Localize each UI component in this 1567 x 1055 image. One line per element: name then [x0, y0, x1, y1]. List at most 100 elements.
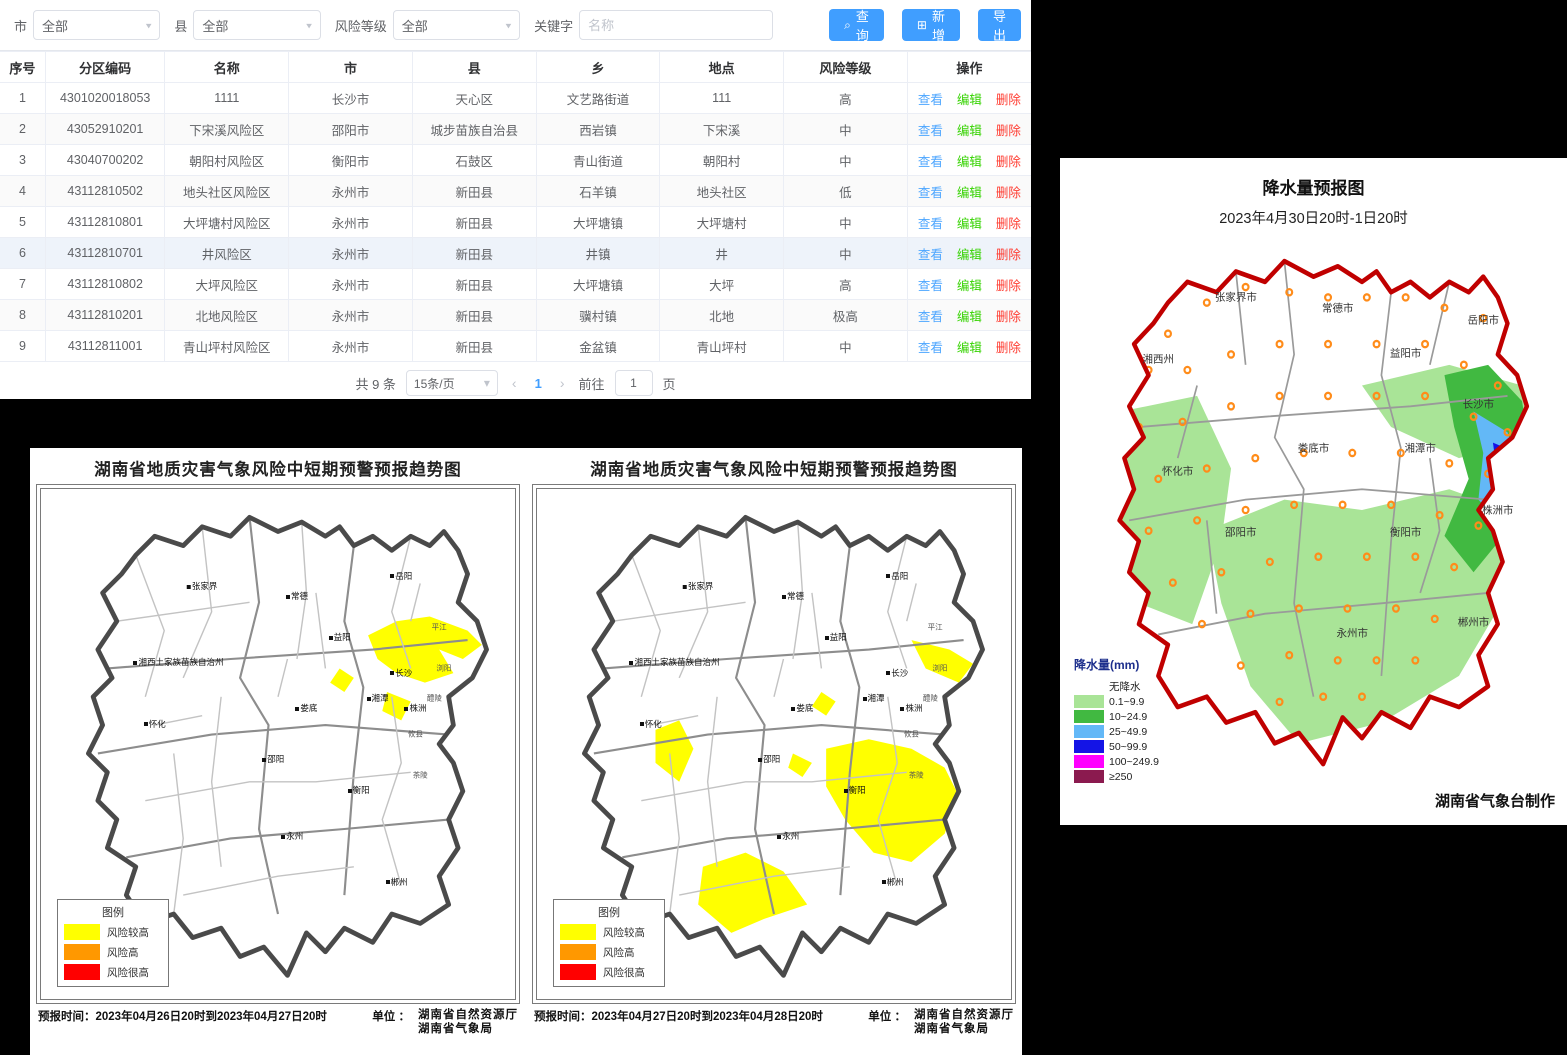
legend-swatch [1074, 680, 1104, 693]
table-cell-actions: 查看编辑删除 [907, 176, 1031, 207]
table-row: 943112811001青山坪村风险区永州市新田县金盆镇青山坪村中查看编辑删除 [0, 331, 1031, 362]
legend-label: 10~24.9 [1109, 711, 1147, 723]
legend-label: 风险较高 [107, 925, 149, 940]
delete-link[interactable]: 删除 [996, 279, 1021, 293]
delete-link[interactable]: 删除 [996, 155, 1021, 169]
table-cell: 1 [0, 83, 45, 114]
legend-label: 风险很高 [107, 965, 149, 980]
table-cell: 高 [784, 269, 908, 300]
table-row: 543112810801大坪塘村风险区永州市新田县大坪塘镇大坪塘村中查看编辑删除 [0, 207, 1031, 238]
view-link[interactable]: 查看 [918, 186, 943, 200]
view-link[interactable]: 查看 [918, 248, 943, 262]
table-cell: 朝阳村风险区 [165, 145, 289, 176]
delete-link[interactable]: 删除 [996, 93, 1021, 107]
next-page-button[interactable]: › [556, 375, 569, 391]
keyword-filter-label: 关键字 [534, 16, 573, 35]
table-cell: 大坪塘村 [660, 207, 784, 238]
city-select-value: 全部 [42, 16, 68, 35]
risk-level-select[interactable]: 全部 ▾ [393, 10, 520, 40]
legend-item: 100~249.9 [1074, 754, 1159, 769]
col-city: 市 [289, 52, 413, 83]
edit-link[interactable]: 编辑 [957, 93, 982, 107]
table-cell: 井风险区 [165, 238, 289, 269]
table-cell: 中 [784, 114, 908, 145]
delete-link[interactable]: 删除 [996, 310, 1021, 324]
add-button-label: 新增 [932, 6, 945, 44]
edit-link[interactable]: 编辑 [957, 248, 982, 262]
edit-link[interactable]: 编辑 [957, 217, 982, 231]
legend-label: ≥250 [1109, 771, 1132, 783]
table-cell-actions: 查看编辑删除 [907, 238, 1031, 269]
prev-page-button[interactable]: ‹ [508, 375, 521, 391]
view-link[interactable]: 查看 [918, 310, 943, 324]
delete-link[interactable]: 删除 [996, 186, 1021, 200]
table-cell: 地头社区风险区 [165, 176, 289, 207]
legend-label: 25~49.9 [1109, 726, 1147, 738]
legend-label: 50~99.9 [1109, 741, 1147, 753]
add-button[interactable]: ⊞ 新增 [902, 9, 960, 41]
legend-label: 100~249.9 [1109, 756, 1159, 768]
legend-swatch [64, 964, 100, 980]
jump-label: 前往 [579, 374, 605, 393]
table-cell: 大坪 [660, 269, 784, 300]
jump-page-input[interactable] [615, 370, 653, 396]
table-cell: 中 [784, 145, 908, 176]
table-cell: 1111 [165, 83, 289, 114]
view-link[interactable]: 查看 [918, 279, 943, 293]
edit-link[interactable]: 编辑 [957, 310, 982, 324]
view-link[interactable]: 查看 [918, 217, 943, 231]
delete-link[interactable]: 删除 [996, 217, 1021, 231]
unit-label: 单位 ： [868, 1008, 906, 1037]
table-cell: 城步苗族自治县 [412, 114, 536, 145]
keyword-input[interactable] [579, 10, 773, 40]
search-button[interactable]: ⌕ 查询 [829, 9, 884, 41]
edit-link[interactable]: 编辑 [957, 155, 982, 169]
legend-item: 风险高 [64, 944, 162, 960]
delete-link[interactable]: 删除 [996, 248, 1021, 262]
add-icon: ⊞ [917, 18, 927, 32]
export-button[interactable]: 导出 [978, 9, 1021, 41]
view-link[interactable]: 查看 [918, 155, 943, 169]
trend-map-2-footer: 预报时间：2023年04月27日20时到2023年04月28日20时 单位 ： … [532, 1004, 1016, 1037]
legend-title: 图例 [560, 904, 658, 920]
edit-link[interactable]: 编辑 [957, 341, 982, 355]
table-cell: 大坪风险区 [165, 269, 289, 300]
table-cell: 下宋溪风险区 [165, 114, 289, 145]
table-cell: 43052910201 [45, 114, 165, 145]
table-cell: 青山坪村 [660, 331, 784, 362]
rain-region-magenta [1514, 450, 1525, 461]
precip-map-credit: 湖南省气象台制作 [1435, 790, 1555, 811]
table-cell: 43112811001 [45, 331, 165, 362]
col-zone-code: 分区编码 [45, 52, 165, 83]
table-cell: 永州市 [289, 331, 413, 362]
table-cell: 43112810801 [45, 207, 165, 238]
table-cell: 青山坪村风险区 [165, 331, 289, 362]
trend-map-1: 湖南省地质灾害气象风险中短期预警预报趋势图 图例 风险较高风险高风险很高 [30, 448, 526, 1055]
table-cell-actions: 查看编辑删除 [907, 83, 1031, 114]
toolbar: ⌕ 查询 ⊞ 新增 导出 [829, 9, 1021, 41]
unit-block: 单位 ： 湖南省自然资源厅 湖南省气象局 [868, 1008, 1014, 1037]
trend-maps-panel: 湖南省地质灾害气象风险中短期预警预报趋势图 图例 风险较高风险高风险很高 [30, 448, 1022, 1055]
unit-line1: 湖南省自然资源厅 [418, 1009, 518, 1021]
page-size-select[interactable]: 15条/页 ▾ [406, 370, 498, 396]
table-row: 443112810502地头社区风险区永州市新田县石羊镇地头社区低查看编辑删除 [0, 176, 1031, 207]
chevron-down-icon: ▾ [306, 20, 312, 30]
city-select[interactable]: 全部 ▾ [33, 10, 160, 40]
view-link[interactable]: 查看 [918, 93, 943, 107]
view-link[interactable]: 查看 [918, 124, 943, 138]
table-cell: 邵阳市 [289, 114, 413, 145]
delete-link[interactable]: 删除 [996, 124, 1021, 138]
search-icon: ⌕ [844, 18, 851, 33]
edit-link[interactable]: 编辑 [957, 186, 982, 200]
table-cell: 地头社区 [660, 176, 784, 207]
table-cell: 新田县 [412, 300, 536, 331]
current-page-button[interactable]: 1 [531, 376, 546, 391]
legend-swatch [560, 944, 596, 960]
delete-link[interactable]: 删除 [996, 341, 1021, 355]
edit-link[interactable]: 编辑 [957, 279, 982, 293]
legend-item: 25~49.9 [1074, 724, 1159, 739]
view-link[interactable]: 查看 [918, 341, 943, 355]
county-select[interactable]: 全部 ▾ [193, 10, 320, 40]
table-cell: 永州市 [289, 176, 413, 207]
edit-link[interactable]: 编辑 [957, 124, 982, 138]
